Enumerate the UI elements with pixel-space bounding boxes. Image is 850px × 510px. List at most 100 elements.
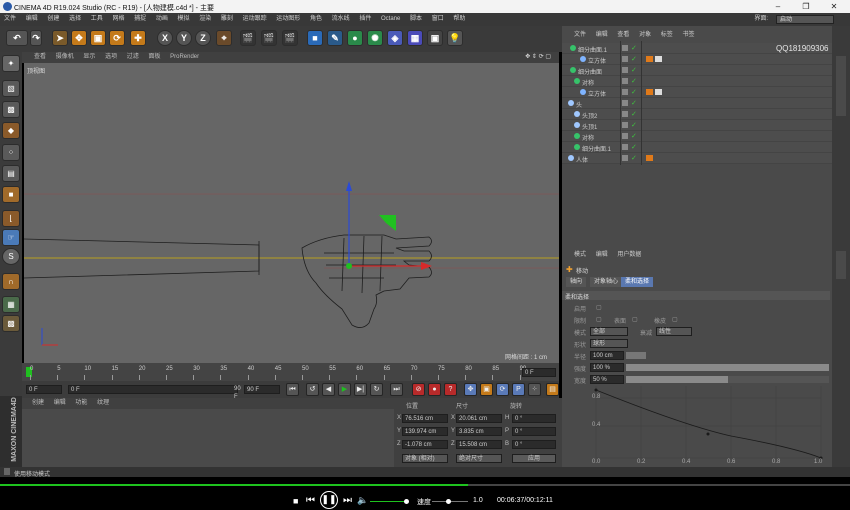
object-menu-view[interactable]: 查看 xyxy=(613,30,633,41)
pos-y-field[interactable]: 139.974 cm xyxy=(402,427,448,436)
material-menu-edit[interactable]: 编辑 xyxy=(50,398,70,409)
pause-icon[interactable]: ❚❚ xyxy=(320,491,338,509)
volume-slider[interactable] xyxy=(370,501,406,502)
restore-button[interactable]: ❐ xyxy=(792,0,820,13)
object-menu-bookmarks[interactable]: 书签 xyxy=(678,30,698,41)
tweak-mode-icon[interactable]: ☞ xyxy=(2,229,20,246)
object-tag-icon[interactable] xyxy=(655,89,662,95)
object-row[interactable]: 立方体 ✓ xyxy=(562,87,832,98)
material-menu-function[interactable]: 功能 xyxy=(71,398,91,409)
viewport-menu-view[interactable]: 查看 xyxy=(22,52,50,63)
position-key-icon[interactable]: ✥ xyxy=(464,383,477,396)
object-row[interactable]: 头 ✓ xyxy=(562,98,832,109)
strength-slider[interactable] xyxy=(626,364,829,371)
menu-mograph[interactable]: 运动图形 xyxy=(272,13,304,26)
param-key-icon[interactable]: P xyxy=(512,383,525,396)
workplane-mode-icon[interactable]: ◆ xyxy=(2,122,20,139)
axis-mode-icon[interactable]: ⌊ xyxy=(2,210,20,227)
size-y-field[interactable]: 3.835 cm xyxy=(456,427,502,436)
shape-select[interactable]: 球形 xyxy=(590,339,628,348)
rot-p-field[interactable]: 0 ° xyxy=(512,427,556,436)
menu-tools[interactable]: 工具 xyxy=(87,13,107,26)
step-forward-icon[interactable]: ▶| xyxy=(354,383,367,396)
tab-object-axis[interactable]: 对象轴心 xyxy=(590,277,623,287)
limit-checkbox[interactable]: ▢ xyxy=(596,316,602,323)
max-frame-field[interactable]: 90 F xyxy=(244,385,280,394)
side-tab-objects[interactable] xyxy=(836,56,846,116)
object-row[interactable]: 头顶2 ✓ xyxy=(562,109,832,120)
spline-pen-icon[interactable]: ✎ xyxy=(327,30,343,46)
select-arrow-icon[interactable]: ➤ xyxy=(52,30,68,46)
workplane-lock-icon[interactable]: ▦ xyxy=(2,296,20,313)
object-row[interactable]: 对称 ✓ xyxy=(562,76,832,87)
cube-primitive-icon[interactable]: ■ xyxy=(307,30,323,46)
object-tag-icon[interactable] xyxy=(646,56,653,62)
coordinate-mode-select[interactable]: 对象 (相对) xyxy=(402,454,448,463)
menu-render[interactable]: 渲染 xyxy=(195,13,215,26)
x-axis-lock-button[interactable]: X xyxy=(157,30,173,46)
rot-h-field[interactable]: 0 ° xyxy=(512,414,556,423)
edges-mode-icon[interactable]: ▤ xyxy=(2,165,20,182)
rubber-checkbox[interactable]: ▢ xyxy=(672,316,678,323)
menu-motion-tracking[interactable]: 运动跟踪 xyxy=(239,13,271,26)
timeline-end-field[interactable]: 0 F xyxy=(522,368,556,377)
coordinate-system-icon[interactable]: ⌖ xyxy=(216,30,232,46)
attribute-menu-edit[interactable]: 编辑 xyxy=(592,250,612,261)
menu-snap[interactable]: 捕捉 xyxy=(130,13,150,26)
object-tag-icon[interactable] xyxy=(646,155,653,161)
auto-key-icon[interactable]: ● xyxy=(428,383,441,396)
material-menu-create[interactable]: 创建 xyxy=(22,398,48,409)
minimize-button[interactable]: – xyxy=(764,0,792,13)
stop-icon[interactable]: ■ xyxy=(293,496,298,506)
render-view-icon[interactable]: 🎬 xyxy=(240,30,256,46)
point-level-anim-icon[interactable]: ⁘ xyxy=(528,383,541,396)
move-tool-icon[interactable]: ✥ xyxy=(71,30,87,46)
rotation-key-icon[interactable]: ⟳ xyxy=(496,383,509,396)
make-editable-icon[interactable]: ✦ xyxy=(2,55,20,72)
menu-character[interactable]: 角色 xyxy=(306,13,326,26)
z-axis-lock-button[interactable]: Z xyxy=(195,30,211,46)
model-mode-icon[interactable]: ▧ xyxy=(2,80,20,97)
menu-plugins[interactable]: 插件 xyxy=(355,13,375,26)
speed-knob[interactable] xyxy=(446,499,451,504)
points-mode-icon[interactable]: ⁘ xyxy=(2,144,20,161)
recent-tool-icon[interactable]: ✚ xyxy=(130,30,146,46)
viewport-menu-filter[interactable]: 过滤 xyxy=(123,52,143,63)
falloff-select[interactable]: 线性 xyxy=(656,327,692,336)
layout-select[interactable]: 启动 xyxy=(776,15,834,24)
viewport-nav-icons[interactable]: ✥ ⇕ ⟳ ▢ xyxy=(521,52,555,63)
viewport-menu-options[interactable]: 选项 xyxy=(101,52,121,63)
close-button[interactable]: ✕ xyxy=(820,0,848,13)
record-keys-icon[interactable]: ⊘ xyxy=(412,383,425,396)
object-row[interactable]: 立方体 ✓ xyxy=(562,54,832,65)
pos-z-field[interactable]: -1.078 cm xyxy=(402,440,448,449)
array-generator-icon[interactable]: ✺ xyxy=(367,30,383,46)
size-mode-select[interactable]: 绝对尺寸 xyxy=(456,454,502,463)
keyframe-selection-icon[interactable]: ? xyxy=(444,383,457,396)
viewport-menu-display[interactable]: 显示 xyxy=(79,52,99,63)
object-menu-file[interactable]: 文件 xyxy=(562,30,590,41)
object-row[interactable]: 细分曲面 ✓ xyxy=(562,65,832,76)
tab-axis[interactable]: 轴向 xyxy=(566,277,587,287)
play-icon[interactable]: ▶ xyxy=(338,383,351,396)
snap-icon[interactable]: S xyxy=(2,248,20,265)
menu-octane[interactable]: Octane xyxy=(377,13,404,26)
polygons-mode-icon[interactable]: ■ xyxy=(2,186,20,203)
menu-sculpt[interactable]: 雕刻 xyxy=(217,13,237,26)
menu-select[interactable]: 选择 xyxy=(65,13,85,26)
grid-icon[interactable]: ▩ xyxy=(2,315,20,332)
object-menu-object[interactable]: 对象 xyxy=(635,30,655,41)
step-back-icon[interactable]: ◀ xyxy=(322,383,335,396)
apply-button[interactable]: 应用 xyxy=(512,454,556,463)
object-row[interactable]: 对称 ✓ xyxy=(562,131,832,142)
strength-field[interactable]: 100 % xyxy=(590,363,624,372)
enable-checkbox[interactable]: ▢ xyxy=(596,304,602,311)
go-to-start-icon[interactable]: ⏮ xyxy=(286,383,299,396)
viewport-menu-panel[interactable]: 面板 xyxy=(144,52,164,63)
object-row[interactable]: 细分曲面.1 ✓ xyxy=(562,142,832,153)
texture-mode-icon[interactable]: ▩ xyxy=(2,101,20,118)
menu-simulate[interactable]: 模拟 xyxy=(174,13,194,26)
menu-pipeline[interactable]: 流水线 xyxy=(328,13,354,26)
viewport[interactable] xyxy=(24,63,559,363)
next-key-icon[interactable]: ↻ xyxy=(370,383,383,396)
